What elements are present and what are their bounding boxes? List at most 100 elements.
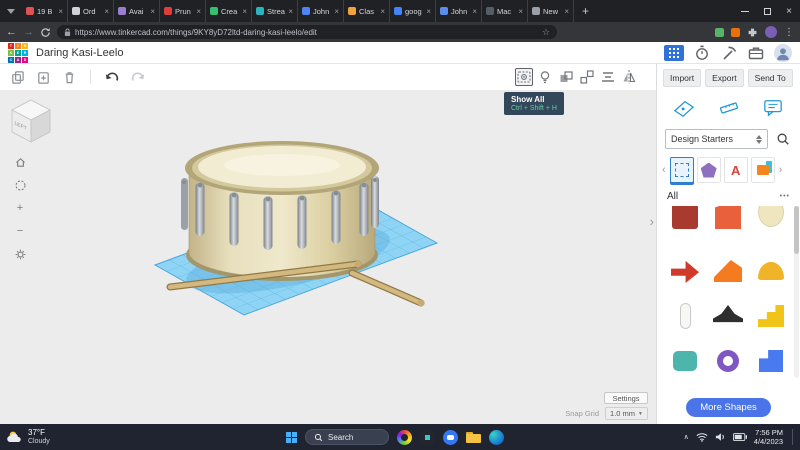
browser-tab[interactable]: Prun × (160, 0, 206, 22)
tab-close-icon[interactable]: × (380, 7, 385, 16)
url-omnibox[interactable]: https://www.tinkercad.com/things/9KY8yD7… (57, 25, 557, 39)
browser-tab[interactable]: 19 B × (22, 0, 68, 22)
tab-close-icon[interactable]: × (104, 7, 109, 16)
browser-tab[interactable]: Clas × (344, 0, 390, 22)
import-button[interactable]: Import (663, 69, 702, 87)
refresh-icon[interactable] (40, 27, 51, 38)
extensions-puzzle-icon[interactable] (747, 27, 758, 38)
forward-button[interactable]: → (23, 26, 34, 38)
view-cube[interactable]: LEFT (10, 96, 54, 148)
align-button[interactable] (599, 68, 617, 86)
search-button[interactable] (774, 130, 792, 148)
shape-tile-purple-ring[interactable] (708, 341, 748, 381)
starter-box-tile[interactable] (750, 157, 775, 183)
tab-close-icon[interactable]: × (196, 7, 201, 16)
scene[interactable] (0, 90, 656, 424)
redo-button[interactable] (129, 68, 147, 86)
shape-tile-orange-wedge[interactable] (708, 251, 748, 291)
wifi-icon[interactable] (696, 432, 708, 442)
notes-button[interactable] (760, 95, 786, 121)
browser-tab[interactable]: goog × (390, 0, 436, 22)
shape-tile-black-hat[interactable] (708, 296, 748, 336)
carousel-left-chevron[interactable]: ‹ (661, 164, 667, 176)
tab-close-icon[interactable]: × (518, 7, 523, 16)
group-button[interactable] (557, 68, 575, 86)
snap-grid-select[interactable]: 1.0 mm ▼ (605, 407, 648, 420)
undo-button[interactable] (103, 68, 121, 86)
ruler-button[interactable] (716, 95, 742, 121)
mirror-button[interactable] (620, 68, 638, 86)
browser-tab[interactable]: Ord × (68, 0, 114, 22)
bookmark-star-icon[interactable]: ☆ (542, 27, 550, 38)
clock[interactable]: 7:56 PM 4/4/2023 (754, 428, 783, 446)
weather-widget[interactable]: 37°F Cloudy (6, 428, 50, 445)
shape-tile-teal-box[interactable] (665, 341, 705, 381)
tab-close-icon[interactable]: × (472, 7, 477, 16)
shape-tile-white-capsule[interactable] (665, 296, 705, 336)
show-desktop-button[interactable] (792, 429, 794, 445)
browser-profile-avatar[interactable] (765, 26, 777, 38)
shape-tile-blue-puzzle[interactable] (751, 341, 791, 381)
window-close-button[interactable]: × (778, 0, 800, 22)
browser-tab[interactable]: New × (528, 0, 574, 22)
tab-list-chevron-icon[interactable] (4, 4, 18, 18)
chat-app-icon[interactable] (443, 429, 458, 445)
delete-button[interactable] (60, 68, 78, 86)
edge-browser-icon[interactable] (489, 429, 504, 445)
tab-close-icon[interactable]: × (334, 7, 339, 16)
stopwatch-icon[interactable] (693, 44, 711, 62)
battery-icon[interactable] (732, 433, 747, 441)
window-maximize-button[interactable] (756, 0, 778, 22)
browser-tab[interactable]: John × (298, 0, 344, 22)
shape-tile-maroon[interactable] (665, 206, 705, 246)
extension-icon[interactable] (715, 27, 724, 37)
pickaxe-icon[interactable] (720, 44, 738, 62)
extension-icon[interactable] (731, 27, 740, 37)
new-tab-button[interactable]: + (574, 4, 597, 18)
scrollbar-thumb[interactable] (794, 206, 799, 254)
design-starters-select[interactable]: Design Starters (665, 129, 768, 149)
user-avatar[interactable] (774, 43, 792, 62)
tab-close-icon[interactable]: × (150, 7, 155, 16)
more-shapes-button[interactable]: More Shapes (686, 398, 771, 417)
starter-pentagon-tile[interactable] (696, 157, 721, 183)
portfolio-icon[interactable] (747, 44, 765, 62)
send-to-button[interactable]: Send To (747, 69, 793, 87)
browser-tab[interactable]: Mac × (482, 0, 528, 22)
paste-button[interactable] (34, 68, 52, 86)
fit-view-button[interactable] (12, 177, 28, 193)
copy-button[interactable] (8, 68, 26, 86)
carousel-right-chevron[interactable]: › (778, 164, 784, 176)
show-all-button[interactable] (515, 68, 533, 86)
view-settings-button[interactable] (12, 246, 28, 262)
ungroup-button[interactable] (578, 68, 596, 86)
shape-tile-cream[interactable] (751, 206, 791, 246)
browser-menu-icon[interactable]: ⋮ (784, 27, 794, 38)
tab-close-icon[interactable]: × (564, 7, 569, 16)
start-button[interactable] (286, 431, 297, 443)
tab-close-icon[interactable]: × (242, 7, 247, 16)
zoom-in-button[interactable]: + (12, 200, 28, 216)
tray-overflow-chevron[interactable]: ∧ (684, 433, 689, 441)
section-overflow-icon[interactable]: ••• (780, 193, 790, 200)
paint-app-icon[interactable] (397, 429, 412, 445)
hide-button[interactable] (536, 68, 554, 86)
window-minimize-button[interactable] (734, 0, 756, 22)
panel-collapse-handle[interactable]: › (650, 214, 654, 229)
browser-tab[interactable]: Strea × (252, 0, 298, 22)
tab-close-icon[interactable]: × (426, 7, 431, 16)
starter-letters-tile[interactable]: A (723, 157, 748, 183)
tab-close-icon[interactable]: × (58, 7, 63, 16)
shape-tile-orange[interactable] (708, 206, 748, 246)
starter-basic-shapes-tile[interactable] (669, 157, 694, 183)
workplane-button[interactable] (671, 95, 697, 121)
shape-tile-red-arrow[interactable] (665, 251, 705, 291)
tinkercad-logo[interactable]: T I N K E R C A D (8, 42, 28, 63)
browser-tab[interactable]: John × (436, 0, 482, 22)
zoom-out-button[interactable]: − (12, 223, 28, 239)
taskbar-search[interactable]: Search (305, 429, 389, 445)
home-view-button[interactable] (12, 154, 28, 170)
3d-canvas[interactable]: LEFT + − › Settings Snap Grid 1.0 mm ▼ (0, 90, 656, 424)
back-button[interactable]: ← (6, 26, 17, 38)
drumstick[interactable] (348, 269, 425, 307)
